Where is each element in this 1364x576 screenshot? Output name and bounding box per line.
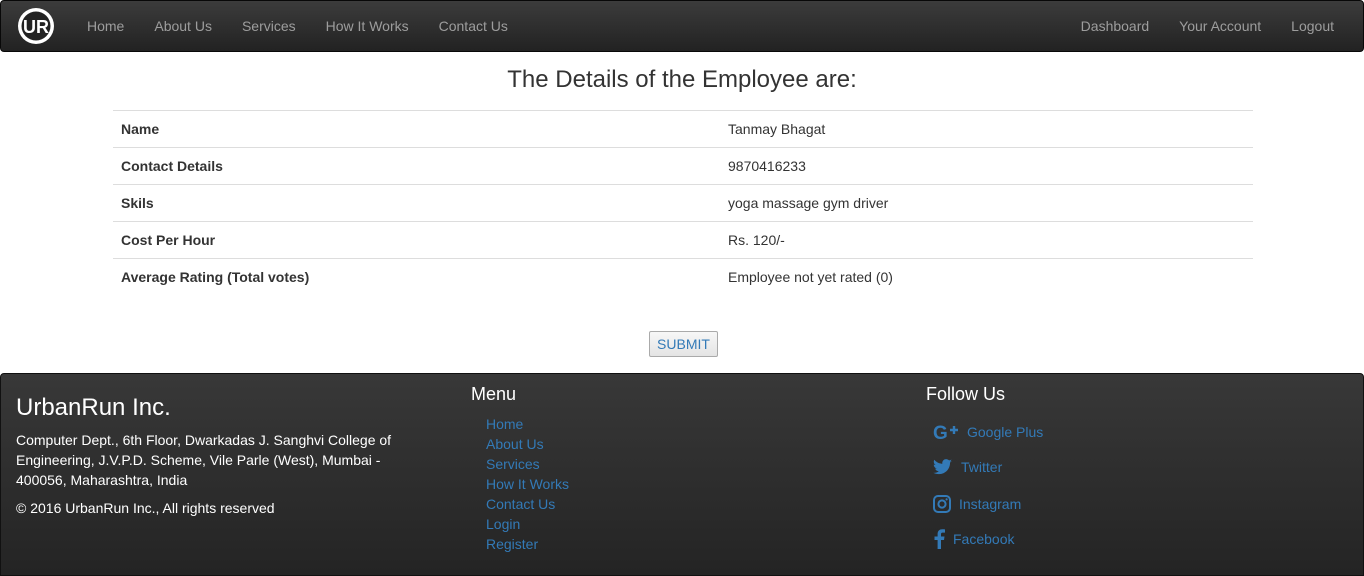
row-label: Contact Details bbox=[113, 147, 720, 185]
nav-your-account[interactable]: Your Account bbox=[1164, 1, 1276, 51]
facebook-icon bbox=[933, 529, 945, 549]
page-title: The Details of the Employee are: bbox=[507, 66, 857, 93]
table-row: Average Rating (Total votes) Employee no… bbox=[113, 258, 1253, 295]
footer-menu: Home About Us Services How It Works Cont… bbox=[486, 414, 569, 554]
social-google-plus[interactable]: G Google Plus bbox=[933, 422, 1043, 442]
submit-button[interactable]: SUBMIT bbox=[649, 331, 718, 357]
footer-link-home[interactable]: Home bbox=[486, 414, 569, 434]
table-row: Skils yoga massage gym driver bbox=[113, 184, 1253, 222]
svg-text:G: G bbox=[933, 423, 948, 442]
social-label: Facebook bbox=[953, 531, 1015, 547]
social-instagram[interactable]: Instagram bbox=[933, 495, 1021, 513]
employee-details-table: Name Tanmay Bhagat Contact Details 98704… bbox=[113, 110, 1253, 295]
footer: UrbanRun Inc. Computer Dept., 6th Floor,… bbox=[0, 373, 1364, 576]
nav-dashboard[interactable]: Dashboard bbox=[1066, 1, 1165, 51]
row-value: yoga massage gym driver bbox=[720, 184, 1253, 222]
row-value: Employee not yet rated (0) bbox=[720, 258, 1253, 295]
row-label: Cost Per Hour bbox=[113, 221, 720, 259]
nav-services[interactable]: Services bbox=[227, 1, 311, 51]
footer-link-register[interactable]: Register bbox=[486, 534, 569, 554]
social-label: Google Plus bbox=[967, 424, 1044, 440]
follow-us-title: Follow Us bbox=[926, 384, 1006, 404]
social-twitter[interactable]: Twitter bbox=[933, 459, 1002, 475]
nav-home[interactable]: Home bbox=[72, 1, 139, 51]
copyright: © 2016 UrbanRun Inc., All rights reserve… bbox=[16, 500, 275, 516]
nav-logout[interactable]: Logout bbox=[1276, 1, 1349, 51]
company-name: UrbanRun Inc. bbox=[16, 394, 171, 421]
urbanrun-logo[interactable]: UR bbox=[16, 6, 56, 46]
row-value: 9870416233 bbox=[720, 147, 1253, 185]
row-value: Tanmay Bhagat bbox=[720, 110, 1253, 148]
social-label: Instagram bbox=[959, 496, 1022, 512]
footer-link-services[interactable]: Services bbox=[486, 454, 569, 474]
social-facebook[interactable]: Facebook bbox=[933, 529, 1014, 549]
company-address: Computer Dept., 6th Floor, Dwarkadas J. … bbox=[16, 432, 392, 488]
footer-link-login[interactable]: Login bbox=[486, 514, 569, 534]
table-row: Name Tanmay Bhagat bbox=[113, 110, 1253, 148]
social-label: Twitter bbox=[961, 459, 1003, 475]
row-label: Average Rating (Total votes) bbox=[113, 258, 720, 295]
navbar: UR Home About Us Services How It Works C… bbox=[0, 0, 1364, 52]
svg-text:UR: UR bbox=[23, 17, 49, 37]
row-label: Skils bbox=[113, 184, 720, 222]
google-plus-icon: G bbox=[933, 422, 961, 442]
twitter-icon bbox=[933, 459, 952, 475]
nav-contact-us[interactable]: Contact Us bbox=[424, 1, 523, 51]
nav-about-us[interactable]: About Us bbox=[139, 1, 227, 51]
instagram-icon bbox=[933, 495, 951, 513]
row-value: Rs. 120/- bbox=[720, 221, 1253, 259]
footer-link-contact-us[interactable]: Contact Us bbox=[486, 494, 569, 514]
table-row: Contact Details 9870416233 bbox=[113, 147, 1253, 185]
row-label: Name bbox=[113, 110, 720, 148]
footer-menu-title: Menu bbox=[471, 384, 517, 404]
footer-link-how-it-works[interactable]: How It Works bbox=[486, 474, 569, 494]
table-row: Cost Per Hour Rs. 120/- bbox=[113, 221, 1253, 259]
nav-how-it-works[interactable]: How It Works bbox=[311, 1, 424, 51]
footer-link-about-us[interactable]: About Us bbox=[486, 434, 569, 454]
